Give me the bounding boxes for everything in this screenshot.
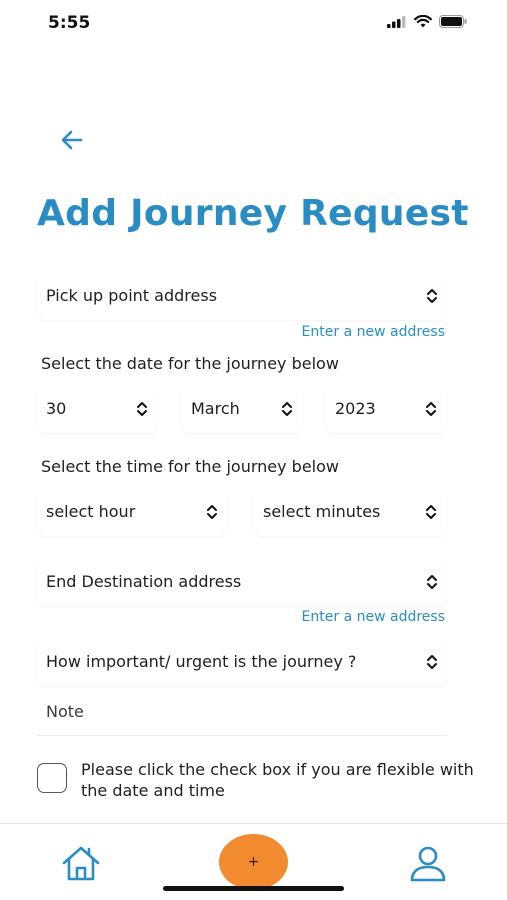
year-select[interactable]: 2023 <box>326 385 446 433</box>
urgency-value: How important/ urgent is the journey ? <box>46 652 357 671</box>
year-value: 2023 <box>335 399 376 418</box>
hour-value: select hour <box>46 502 136 521</box>
back-button[interactable] <box>56 126 88 154</box>
day-value: 30 <box>46 399 67 418</box>
destination-address-select[interactable]: End Destination address <box>37 558 447 606</box>
home-indicator <box>163 886 344 891</box>
minutes-select[interactable]: select minutes <box>254 488 446 536</box>
chevron-up-down-icon <box>427 575 437 589</box>
urgency-select[interactable]: How important/ urgent is the journey ? <box>37 638 447 686</box>
date-label: Select the date for the journey below <box>41 354 339 373</box>
wifi-icon <box>414 15 432 28</box>
pickup-address-select[interactable]: Pick up point address <box>37 272 447 320</box>
time-label: Select the time for the journey below <box>41 457 339 476</box>
chevron-up-down-icon <box>426 505 436 519</box>
add-request-button[interactable]: + <box>219 834 288 890</box>
bottom-tab-bar: + <box>0 823 507 900</box>
note-input[interactable] <box>46 702 426 721</box>
home-icon <box>62 846 100 881</box>
minutes-value: select minutes <box>263 502 381 521</box>
chevron-up-down-icon <box>427 655 437 669</box>
status-icons <box>387 15 467 28</box>
home-tab-button[interactable] <box>60 844 102 884</box>
destination-new-address-link[interactable]: Enter a new address <box>302 609 445 625</box>
chevron-up-down-icon <box>207 505 217 519</box>
month-select[interactable]: March <box>182 385 302 433</box>
destination-address-value: End Destination address <box>46 572 242 591</box>
hour-select[interactable]: select hour <box>37 488 227 536</box>
page-title: Add Journey Request <box>37 193 469 234</box>
status-bar: 5:55 <box>0 0 507 48</box>
profile-icon <box>410 846 446 882</box>
status-time: 5:55 <box>48 13 91 33</box>
chevron-up-down-icon <box>282 402 292 416</box>
day-select[interactable]: 30 <box>37 385 157 433</box>
arrow-left-icon <box>61 130 83 150</box>
signal-icon <box>387 15 406 28</box>
chevron-up-down-icon <box>426 402 436 416</box>
battery-icon <box>439 15 467 28</box>
pickup-address-value: Pick up point address <box>46 286 218 305</box>
month-value: March <box>191 399 240 418</box>
pickup-new-address-link[interactable]: Enter a new address <box>302 324 445 340</box>
flexible-checkbox[interactable] <box>37 763 67 793</box>
chevron-up-down-icon <box>427 289 437 303</box>
note-field <box>37 690 447 736</box>
flexible-checkbox-label: Please click the check box if you are fl… <box>81 760 474 800</box>
profile-tab-button[interactable] <box>408 844 448 884</box>
chevron-up-down-icon <box>137 402 147 416</box>
